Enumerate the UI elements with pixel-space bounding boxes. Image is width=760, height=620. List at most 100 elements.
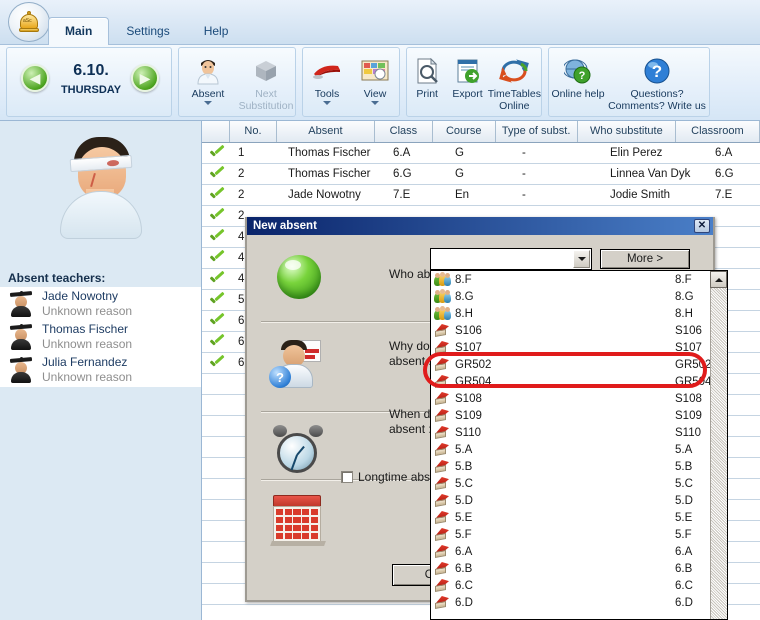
classroom-house-icon bbox=[434, 561, 451, 576]
table-cell-course: G bbox=[455, 143, 514, 164]
teacher-name: Julia Fernandez bbox=[42, 355, 127, 369]
absent-teachers-list: Jade Nowotny Unknown reason Thomas Fisch… bbox=[0, 287, 201, 387]
table-row[interactable]: 1Thomas Fischer6.AG-Elin Perez6.A bbox=[202, 143, 760, 164]
dropdown-item[interactable]: 6.C6.C bbox=[431, 577, 727, 594]
grid-column-header-no[interactable]: No. bbox=[230, 121, 277, 142]
check-icon bbox=[210, 168, 224, 180]
check-icon bbox=[210, 294, 224, 306]
more-button[interactable]: More > bbox=[600, 249, 690, 269]
dialog-title-bar[interactable]: New absent ✕ bbox=[247, 217, 713, 235]
tab-settings[interactable]: Settings bbox=[109, 17, 186, 45]
dropdown-item-name: 6.D bbox=[455, 597, 675, 609]
table-cell-no: 2 bbox=[238, 164, 280, 185]
chevron-down-icon[interactable] bbox=[323, 101, 331, 105]
dropdown-item[interactable]: S108S108 bbox=[431, 390, 727, 407]
grid-column-header-class[interactable]: Class bbox=[375, 121, 433, 142]
table-cell-no: 1 bbox=[238, 143, 280, 164]
dropdown-item-code: S108 bbox=[675, 393, 702, 405]
tab-help[interactable]: Help bbox=[187, 17, 246, 45]
table-cell-course: En bbox=[455, 185, 514, 206]
dropdown-item[interactable]: S107S107 bbox=[431, 339, 727, 356]
dropdown-item-name: S109 bbox=[455, 410, 675, 422]
ribbon-button-tools-label: Tools bbox=[303, 88, 351, 100]
dropdown-item[interactable]: 5.B5.B bbox=[431, 458, 727, 475]
ribbon-button-view-label: View bbox=[351, 88, 399, 100]
table-cell-type: - bbox=[522, 185, 602, 206]
dropdown-item[interactable]: S109S109 bbox=[431, 407, 727, 424]
dropdown-item[interactable]: 6.B6.B bbox=[431, 560, 727, 577]
classroom-house-icon bbox=[434, 510, 451, 525]
check-icon bbox=[210, 231, 224, 243]
who-absent-combobox[interactable] bbox=[430, 248, 592, 270]
dropdown-item[interactable]: 8.H8.H bbox=[431, 305, 727, 322]
table-row[interactable]: 2Thomas Fischer6.GG-Linnea Van Dyk6.G bbox=[202, 164, 760, 185]
teacher-reason: Unknown reason bbox=[42, 337, 132, 351]
grid-column-header-classroom[interactable]: Classroom bbox=[676, 121, 760, 142]
dropdown-item[interactable]: GR502GR502 bbox=[431, 356, 727, 373]
dropdown-item[interactable]: 5.F5.F bbox=[431, 526, 727, 543]
app-orb-button[interactable]: aSc bbox=[8, 2, 50, 42]
ribbon-button-next-substitution: Next Substitution bbox=[237, 52, 295, 112]
grid-column-header-type-of-subst[interactable]: Type of subst. bbox=[496, 121, 578, 142]
ribbon-button-tools[interactable]: Tools bbox=[303, 52, 351, 105]
dropdown-item-name: 5.E bbox=[455, 512, 675, 524]
dropdown-item[interactable]: S110S110 bbox=[431, 424, 727, 441]
dropdown-item[interactable]: S106S106 bbox=[431, 322, 727, 339]
ribbon-button-view[interactable]: View bbox=[351, 52, 399, 105]
dropdown-scrollbar[interactable] bbox=[710, 271, 727, 620]
dropdown-item[interactable]: 8.F8.F bbox=[431, 271, 727, 288]
who-absent-input[interactable] bbox=[433, 251, 571, 267]
teacher-icon bbox=[179, 54, 237, 88]
doctor-question-icon: ? bbox=[269, 338, 329, 390]
class-group-icon bbox=[434, 289, 451, 304]
graduate-icon bbox=[10, 357, 32, 383]
globe-help-icon: ? bbox=[549, 54, 607, 88]
chevron-down-icon[interactable] bbox=[371, 101, 379, 105]
dropdown-item[interactable]: 8.G8.G bbox=[431, 288, 727, 305]
chevron-down-icon[interactable] bbox=[204, 101, 212, 105]
dropdown-item[interactable]: 5.A5.A bbox=[431, 441, 727, 458]
list-item[interactable]: Jade Nowotny Unknown reason bbox=[0, 287, 201, 320]
dropdown-item[interactable]: 6.A6.A bbox=[431, 543, 727, 560]
dropdown-item-name: S106 bbox=[455, 325, 675, 337]
table-row[interactable]: 2Jade Nowotny7.EEn-Jodie Smith7.E bbox=[202, 185, 760, 206]
scroll-up-arrow-icon[interactable] bbox=[710, 271, 727, 288]
classroom-house-icon bbox=[434, 442, 451, 457]
ribbon-button-timetables-online[interactable]: TimeTables Online bbox=[488, 52, 541, 112]
dropdown-item-code: 6.C bbox=[675, 580, 693, 592]
ribbon-button-absent[interactable]: Absent bbox=[179, 52, 237, 105]
grid-column-header-check[interactable] bbox=[202, 121, 230, 142]
dropdown-item[interactable]: 5.D5.D bbox=[431, 492, 727, 509]
close-icon[interactable]: ✕ bbox=[694, 219, 710, 233]
grid-column-header-absent[interactable]: Absent bbox=[277, 121, 375, 142]
ribbon-button-online-help[interactable]: ? Online help bbox=[549, 52, 607, 100]
dropdown-item-code: 5.E bbox=[675, 512, 692, 524]
who-absent-dropdown-list[interactable]: 8.F8.F8.G8.G8.H8.HS106S106S107S107GR502G… bbox=[430, 270, 728, 620]
ribbon-group-absent: Absent Next Substitution bbox=[178, 47, 296, 117]
ribbon-button-export[interactable]: Export bbox=[447, 52, 487, 100]
left-panel: Absent teachers: Jade Nowotny Unknown re… bbox=[0, 121, 202, 620]
dropdown-item[interactable]: 6.D6.D bbox=[431, 594, 727, 611]
dropdown-item-name: 5.F bbox=[455, 529, 675, 541]
absent-teachers-title: Absent teachers: bbox=[8, 271, 105, 285]
longtime-absent-checkbox[interactable] bbox=[341, 471, 353, 483]
grid-column-header-course[interactable]: Course bbox=[433, 121, 496, 142]
dropdown-item-code: 6.B bbox=[675, 563, 692, 575]
ribbon-button-print[interactable]: Print bbox=[407, 52, 447, 100]
ribbon-group-print: Print Export bbox=[406, 47, 542, 117]
chevron-down-icon[interactable] bbox=[573, 250, 590, 268]
arrow-right-icon: ▶ bbox=[140, 71, 151, 85]
dropdown-item[interactable]: GR504GR504 bbox=[431, 373, 727, 390]
grid-column-header-who-substitute[interactable]: Who substitute bbox=[578, 121, 676, 142]
list-item[interactable]: Julia Fernandez Unknown reason bbox=[0, 353, 201, 386]
ribbon-button-questions-comments[interactable]: ? Questions? Comments? Write us bbox=[607, 52, 707, 112]
classroom-house-icon bbox=[434, 578, 451, 593]
previous-day-button[interactable]: ◀ bbox=[21, 64, 49, 92]
dropdown-item[interactable]: 5.C5.C bbox=[431, 475, 727, 492]
tab-main[interactable]: Main bbox=[48, 17, 109, 45]
next-day-button[interactable]: ▶ bbox=[131, 64, 159, 92]
list-item[interactable]: Thomas Fischer Unknown reason bbox=[0, 320, 201, 353]
dropdown-item[interactable]: 5.E5.E bbox=[431, 509, 727, 526]
classroom-house-icon bbox=[434, 408, 451, 423]
table-cell-class: 7.E bbox=[393, 185, 447, 206]
